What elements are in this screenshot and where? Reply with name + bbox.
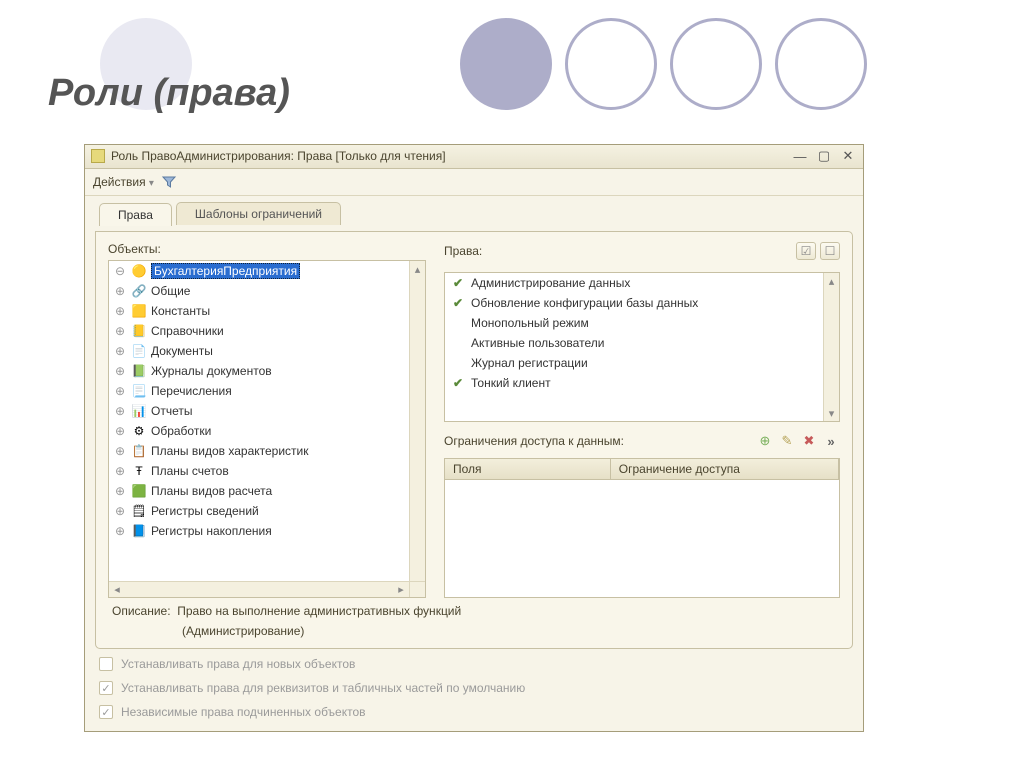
maximize-button[interactable]: ▢ (815, 149, 833, 163)
tree-item-label[interactable]: Справочники (151, 324, 224, 338)
add-restriction-button[interactable]: ⊕ (756, 432, 774, 450)
grid-col-restriction[interactable]: Ограничение доступа (610, 459, 838, 480)
expand-icon[interactable]: ⊕ (113, 384, 127, 398)
check-icon: ✔ (451, 276, 465, 290)
tree-item-label[interactable]: Регистры сведений (151, 504, 259, 518)
tree-root-label[interactable]: БухгалтерияПредприятия (151, 263, 300, 279)
window-title: Роль ПравоАдминистрирования: Права [Толь… (111, 149, 446, 163)
description-line2: (Администрирование) (108, 624, 840, 638)
rights-item[interactable]: Тонкий клиент (471, 376, 551, 390)
tree-icon: 📄 (131, 344, 147, 358)
expand-icon[interactable]: ⊕ (113, 484, 127, 498)
tree-item-label[interactable]: Обработки (151, 424, 211, 438)
scroll-down-icon[interactable]: ▾ (824, 405, 839, 421)
rights-label: Права: (444, 244, 482, 258)
tree-item-label[interactable]: Журналы документов (151, 364, 272, 378)
expand-icon[interactable]: ⊕ (113, 344, 127, 358)
rights-item[interactable]: Монопольный режим (471, 316, 589, 330)
expand-icon[interactable]: ⊕ (113, 504, 127, 518)
slide-title: Роли (права) (48, 72, 290, 115)
checkbox-icon[interactable] (99, 657, 113, 671)
tree-icon: Ŧ (131, 464, 147, 478)
tree-item-label[interactable]: Общие (151, 284, 190, 298)
window-icon (91, 149, 105, 163)
actions-menu[interactable]: Действия ▾ (93, 175, 154, 189)
tab-strip: Права Шаблоны ограничений (99, 202, 853, 225)
check-icon: ✔ (451, 376, 465, 390)
tree-item-label[interactable]: Планы видов расчета (151, 484, 272, 498)
tree-item-label[interactable]: Планы счетов (151, 464, 229, 478)
tree-item-label[interactable]: Перечисления (151, 384, 232, 398)
edit-restriction-button[interactable]: ✎ (778, 432, 796, 450)
expand-icon[interactable]: ⊕ (113, 364, 127, 378)
filter-icon[interactable] (160, 173, 178, 191)
rights-item[interactable]: Активные пользователи (471, 336, 604, 350)
rights-item[interactable]: Журнал регистрации (471, 356, 588, 370)
config-icon: 🟡 (131, 264, 147, 278)
checkbox-icon[interactable]: ✓ (99, 681, 113, 695)
close-button[interactable]: ✕ (839, 149, 857, 163)
scrollbar-h[interactable]: ◂ ▸ (109, 581, 409, 597)
tree-item-label[interactable]: Отчеты (151, 404, 192, 418)
rights-list[interactable]: ✔ Администрирование данных ✔ Обновление ко… (444, 272, 840, 422)
expand-icon[interactable]: ⊕ (113, 304, 127, 318)
expand-icon[interactable]: ⊕ (113, 524, 127, 538)
tree-icon: 🟩 (131, 484, 147, 498)
scroll-up-icon[interactable]: ▴ (410, 261, 425, 277)
collapse-icon[interactable]: ⊖ (113, 264, 127, 278)
check-all-button[interactable]: ☑ (796, 242, 816, 260)
scroll-up-icon[interactable]: ▴ (824, 273, 839, 289)
expand-icon[interactable]: ⊕ (113, 464, 127, 478)
tree-root[interactable]: ⊖ 🟡 БухгалтерияПредприятия (109, 261, 409, 281)
restrictions-grid[interactable]: Поля Ограничение доступа (444, 458, 840, 598)
tree-icon: 🟨 (131, 304, 147, 318)
option-new-objects[interactable]: Устанавливать права для новых объектов (95, 655, 853, 673)
rights-item[interactable]: Обновление конфигурации базы данных (471, 296, 698, 310)
objects-tree[interactable]: ⊖ 🟡 БухгалтерияПредприятия ⊕ 🔗 Общие ⊕ 🟨 Кон… (108, 260, 426, 598)
tab-rights[interactable]: Права (99, 203, 172, 226)
rights-item[interactable]: Администрирование данных (471, 276, 630, 290)
window-titlebar: Роль ПравоАдминистрирования: Права [Толь… (85, 145, 863, 169)
tree-icon: 📒 (131, 324, 147, 338)
tab-templates[interactable]: Шаблоны ограничений (176, 202, 341, 225)
expand-icon[interactable]: ⊕ (113, 404, 127, 418)
expand-icon[interactable]: ⊕ (113, 444, 127, 458)
restrictions-label: Ограничения доступа к данным: (444, 434, 624, 448)
tree-icon: 📊 (131, 404, 147, 418)
tree-item-label[interactable]: Планы видов характеристик (151, 444, 308, 458)
description: Описание: Право на выполнение администра… (108, 604, 840, 618)
objects-label: Объекты: (108, 242, 426, 256)
expand-icon[interactable]: ⊕ (113, 284, 127, 298)
tree-icon: 📋 (131, 444, 147, 458)
tree-icon: 🔗 (131, 284, 147, 298)
tree-icon: 📘 (131, 524, 147, 538)
expand-icon[interactable]: ⊕ (113, 324, 127, 338)
tree-item-label[interactable]: Константы (151, 304, 210, 318)
expand-icon[interactable]: ⊕ (113, 424, 127, 438)
scrollbar-v[interactable]: ▴ ▾ (823, 273, 839, 421)
scroll-left-icon[interactable]: ◂ (109, 582, 125, 597)
scroll-right-icon[interactable]: ▸ (393, 582, 409, 597)
tree-item-label[interactable]: Регистры накопления (151, 524, 272, 538)
tree-item-label[interactable]: Документы (151, 344, 213, 358)
toolbar: Действия ▾ (85, 169, 863, 196)
uncheck-all-button[interactable]: ☐ (820, 242, 840, 260)
role-rights-window: Роль ПравоАдминистрирования: Права [Толь… (84, 144, 864, 732)
option-default-attrs[interactable]: ✓ Устанавливать права для реквизитов и т… (95, 679, 853, 697)
delete-restriction-button[interactable]: ✖ (800, 432, 818, 450)
check-icon: ✔ (451, 296, 465, 310)
more-restriction-button[interactable]: » (822, 432, 840, 450)
option-independent-rights[interactable]: ✓ Независимые права подчиненных объектов (95, 703, 853, 721)
minimize-button[interactable]: — (791, 149, 809, 163)
checkbox-icon[interactable]: ✓ (99, 705, 113, 719)
scrollbar-v[interactable]: ▴ ▾ (409, 261, 425, 597)
tree-icon: 📗 (131, 364, 147, 378)
grid-col-fields[interactable]: Поля (445, 459, 610, 480)
tree-icon: ⚙ (131, 424, 147, 438)
tree-icon: 📃 (131, 384, 147, 398)
tree-icon: 🗒 (131, 504, 147, 518)
